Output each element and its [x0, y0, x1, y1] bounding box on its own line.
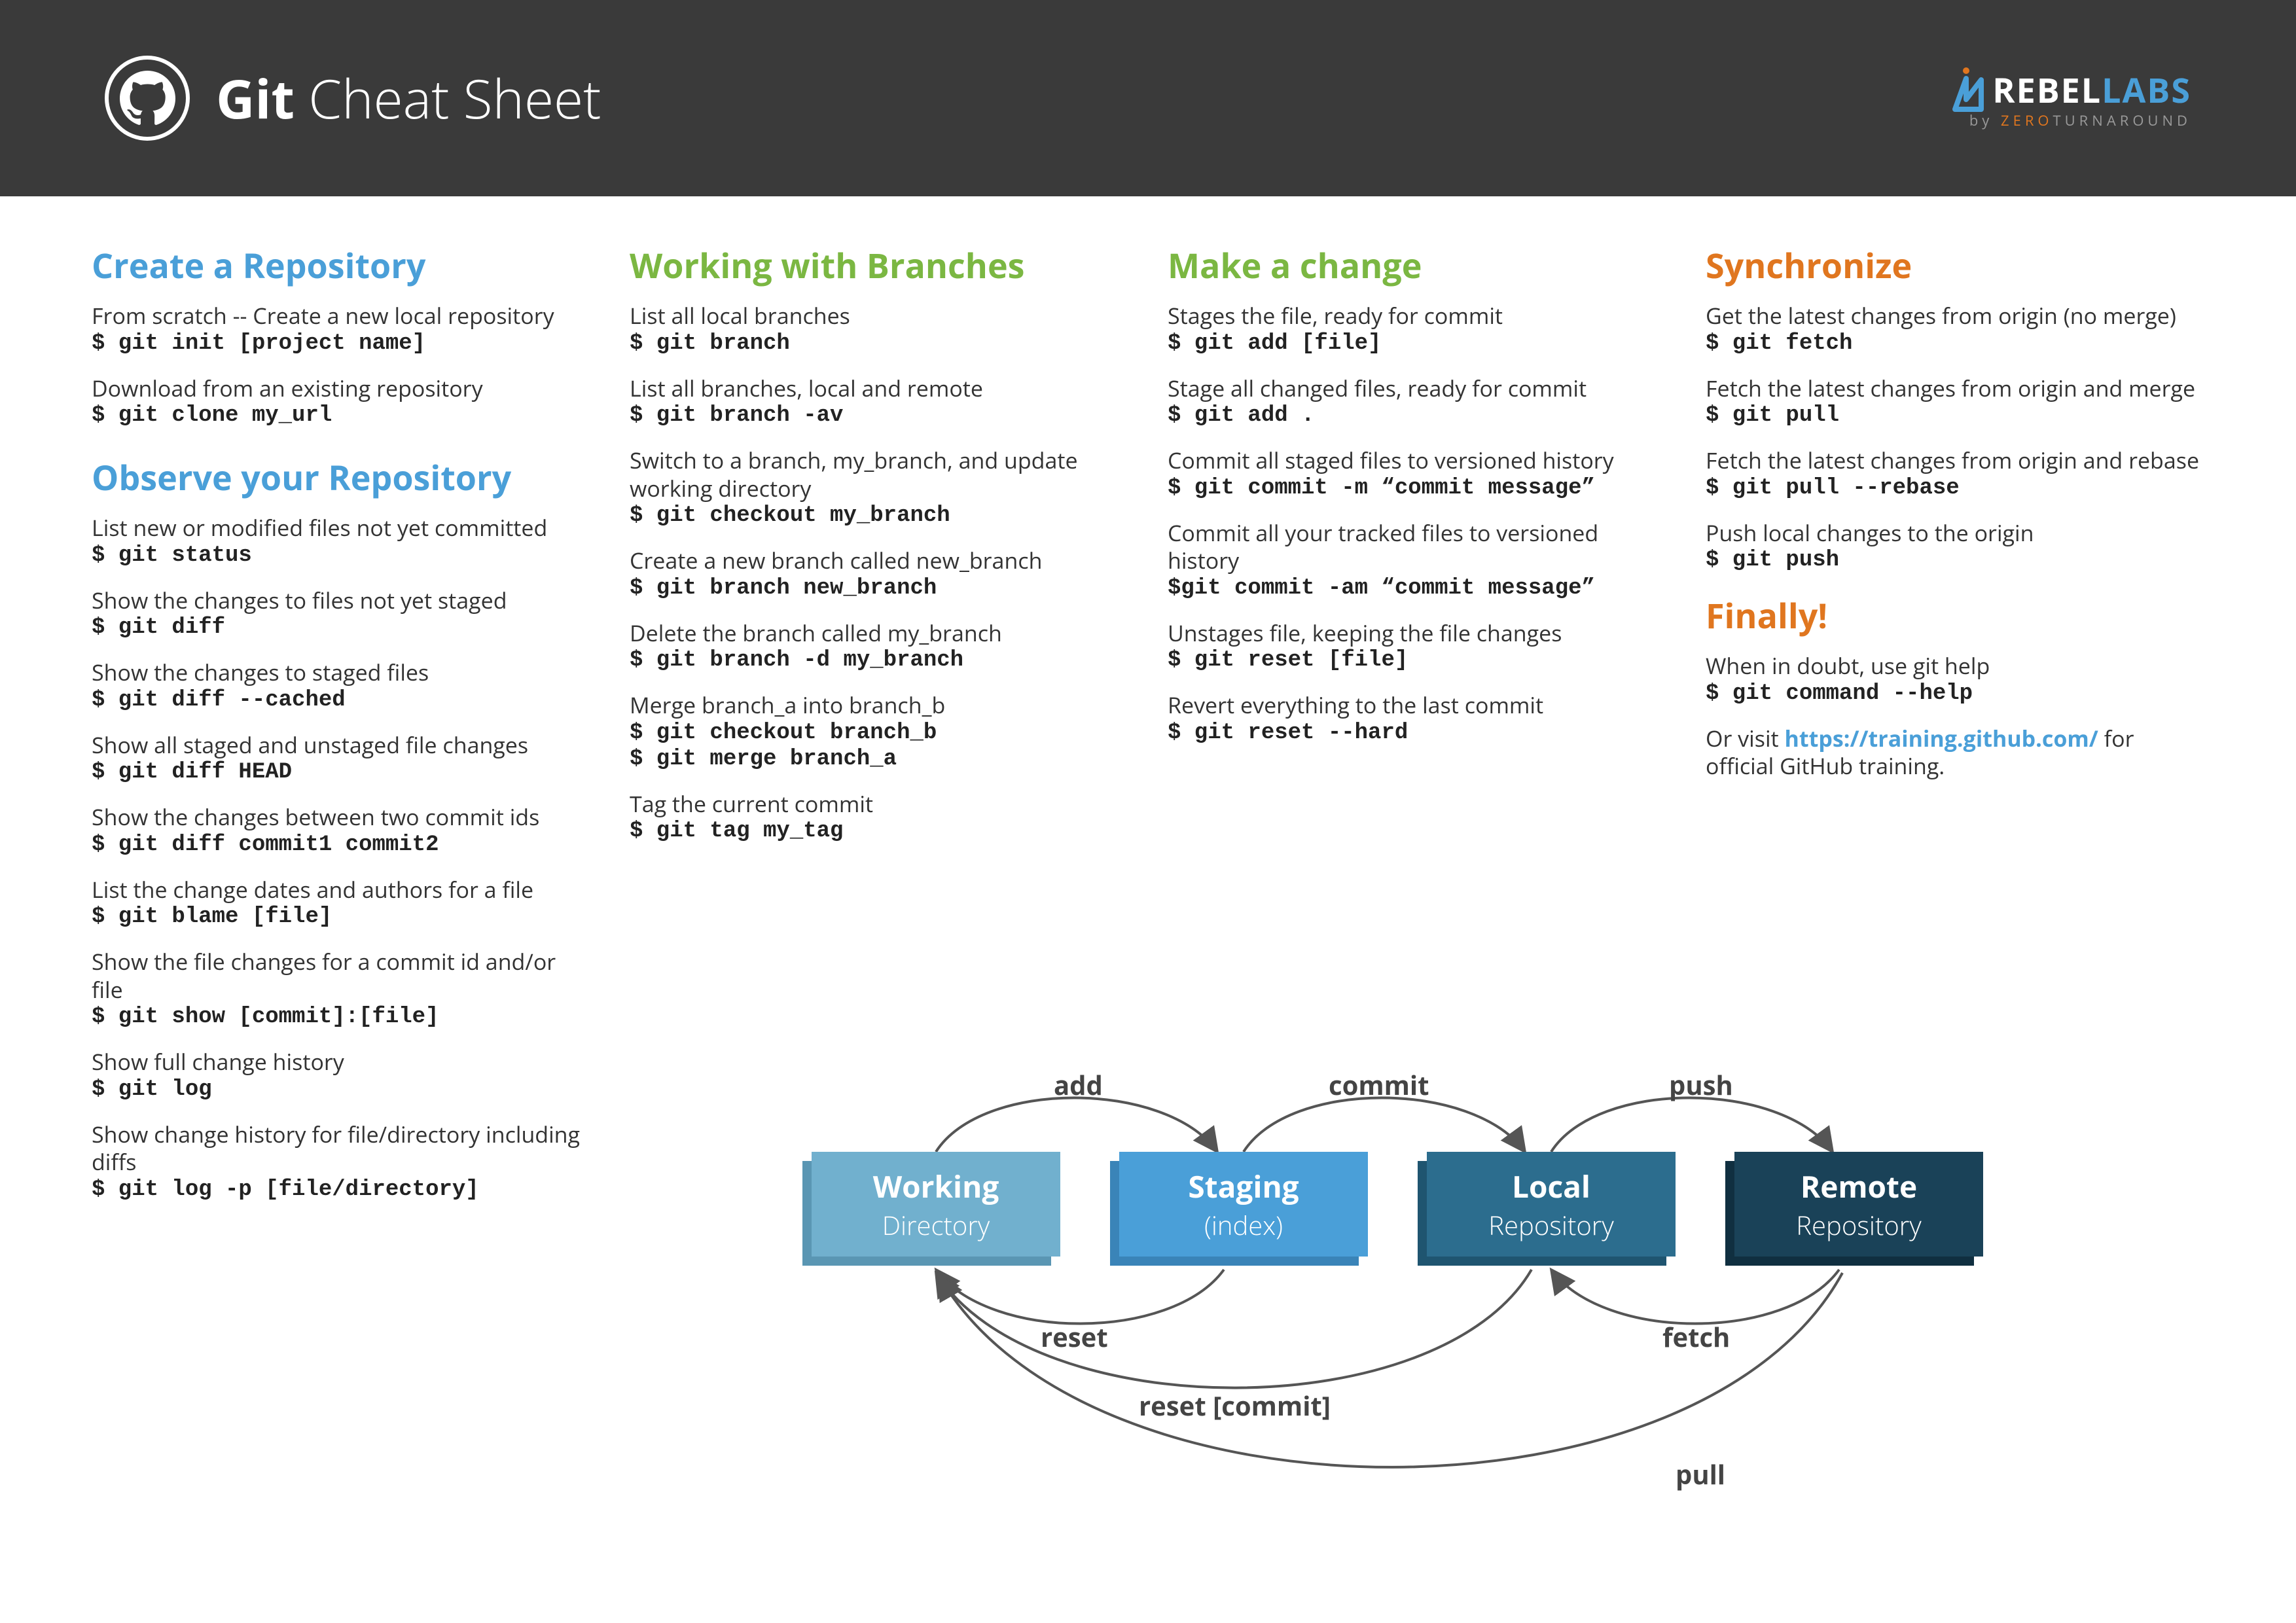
logo-zero: ZERO	[2001, 111, 2053, 130]
heading-sync: Synchronize	[1706, 242, 2204, 289]
page-header: Git Cheat Sheet REBELLABS by ZEROTURNARO…	[0, 0, 2296, 196]
box-remote: RemoteRepository	[1734, 1152, 1983, 1257]
list-item: Get the latest changes from origin (no m…	[1706, 302, 2204, 356]
rebellabs-logo: REBELLABS by ZEROTURNAROUND	[1948, 67, 2191, 130]
box-working: WorkingDirectory	[812, 1152, 1060, 1257]
box-staging: Staging(index)	[1119, 1152, 1368, 1257]
heading-change: Make a change	[1168, 242, 1666, 289]
logo-by: by	[1969, 111, 2001, 130]
list-item: Revert everything to the last commit$ gi…	[1168, 691, 1666, 745]
list-item: List the change dates and authors for a …	[92, 876, 590, 930]
list-item: Commit all your tracked files to version…	[1168, 519, 1666, 601]
list-item: List all branches, local and remote$ git…	[630, 374, 1128, 429]
diagram-arrows	[655, 1060, 2160, 1597]
label-reset: reset	[1041, 1319, 1108, 1355]
label-add: add	[1054, 1067, 1103, 1103]
github-icon	[105, 56, 190, 141]
list-item: Create a new branch called new_branch$ g…	[630, 546, 1128, 601]
list-item: Fetch the latest changes from origin and…	[1706, 446, 2204, 501]
page-title: Git Cheat Sheet	[216, 62, 601, 135]
list-item: Switch to a branch, my_branch, and updat…	[630, 446, 1128, 528]
label-pull: pull	[1676, 1456, 1725, 1492]
title-rest: Cheat Sheet	[295, 62, 601, 135]
list-item: Merge branch_a into branch_b$ git checko…	[630, 691, 1128, 772]
heading-observe: Observe your Repository	[92, 454, 590, 501]
list-item: Show all staged and unstaged file change…	[92, 731, 590, 785]
list-item: Show the file changes for a commit id an…	[92, 948, 590, 1029]
list-item: List new or modified files not yet commi…	[92, 514, 590, 568]
list-item: When in doubt, use git help$ git command…	[1706, 652, 2204, 706]
box-local: LocalRepository	[1427, 1152, 1676, 1257]
list-item: Stages the file, ready for commit$ git a…	[1168, 302, 1666, 356]
list-item: Unstages file, keeping the file changes$…	[1168, 619, 1666, 673]
logo-labs: LABS	[2102, 67, 2191, 113]
list-item: Tag the current commit$ git tag my_tag	[630, 790, 1128, 844]
list-item: Download from an existing repository$ gi…	[92, 374, 590, 429]
list-item: Show change history for file/directory i…	[92, 1120, 590, 1202]
heading-create: Create a Repository	[92, 242, 590, 289]
label-push: push	[1669, 1067, 1733, 1103]
list-item: Commit all staged files to versioned his…	[1168, 446, 1666, 501]
logo-rebel: REBEL	[1992, 67, 2102, 113]
list-item: Fetch the latest changes from origin and…	[1706, 374, 2204, 429]
list-item: Stage all changed files, ready for commi…	[1168, 374, 1666, 429]
finally-visit: Or visit https://training.github.com/ fo…	[1706, 724, 2204, 780]
list-item: Push local changes to the origin$ git pu…	[1706, 519, 2204, 573]
logo-turn: TURNAROUND	[2053, 111, 2191, 130]
heading-finally: Finally!	[1706, 592, 2204, 639]
header-left: Git Cheat Sheet	[105, 56, 601, 141]
label-fetch: fetch	[1662, 1319, 1730, 1355]
git-flow-diagram: WorkingDirectory Staging(index) LocalRep…	[655, 1060, 2160, 1597]
title-bold: Git	[216, 62, 295, 135]
diagram-boxes: WorkingDirectory Staging(index) LocalRep…	[812, 1152, 1983, 1257]
list-item: From scratch -- Create a new local repos…	[92, 302, 590, 356]
list-item: Show the changes to staged files$ git di…	[92, 658, 590, 713]
list-item: Delete the branch called my_branch$ git …	[630, 619, 1128, 673]
list-item: List all local branches$ git branch	[630, 302, 1128, 356]
training-link[interactable]: https://training.github.com/	[1784, 723, 2098, 753]
list-item: Show the changes between two commit ids$…	[92, 803, 590, 857]
label-reset-commit: reset [commit]	[1139, 1387, 1331, 1423]
column-1: Create a Repository From scratch -- Crea…	[92, 236, 590, 1221]
list-item: Show full change history$ git log	[92, 1048, 590, 1102]
list-item: Show the changes to files not yet staged…	[92, 586, 590, 641]
label-commit: commit	[1329, 1067, 1429, 1103]
heading-branches: Working with Branches	[630, 242, 1128, 289]
logo-mark-icon	[1948, 67, 1984, 113]
